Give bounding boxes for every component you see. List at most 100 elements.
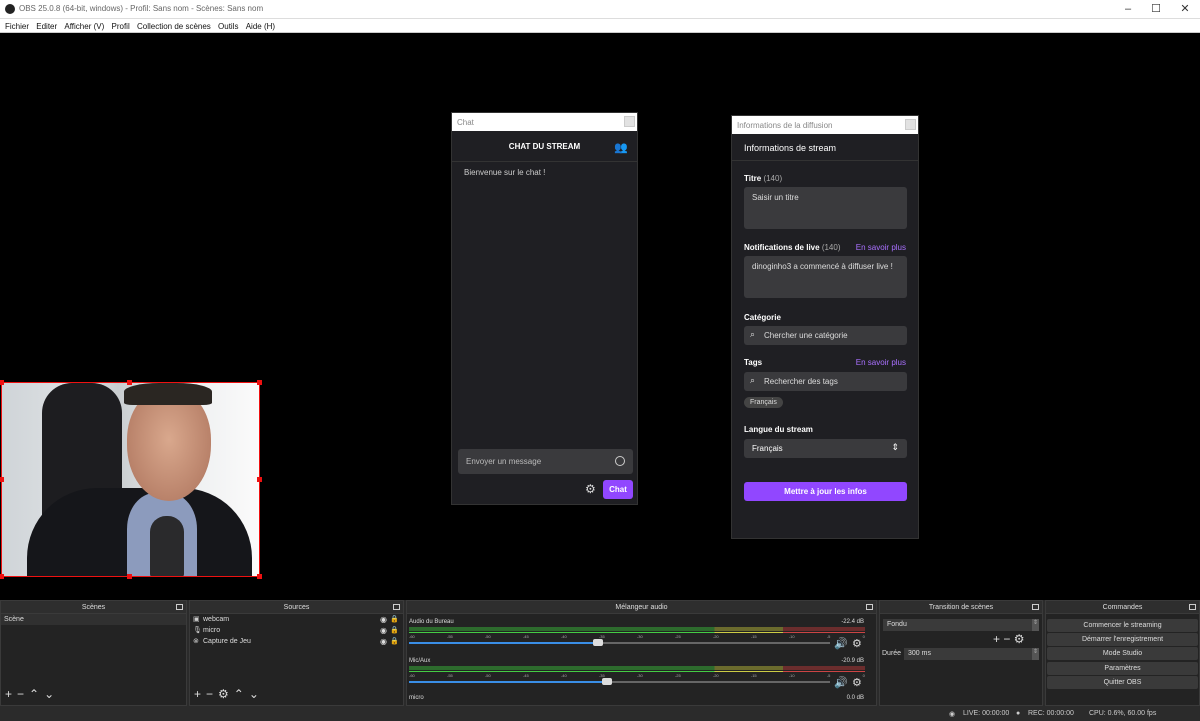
commands-title: Commandes — [1046, 601, 1199, 614]
dock-close-button[interactable] — [905, 119, 916, 130]
volume-knob[interactable] — [593, 639, 604, 646]
menu-editer[interactable]: Editer — [36, 22, 57, 31]
eye-icon[interactable]: ◉ — [380, 614, 387, 625]
spin-icon: ⇕ — [1032, 619, 1039, 631]
dock-close-button[interactable] — [624, 116, 635, 127]
up-icon[interactable]: ⌃ — [29, 687, 39, 701]
language-label: Langue du stream — [744, 425, 813, 434]
lock-icon[interactable]: 🔒 — [390, 636, 399, 647]
start-recording-button[interactable]: Démarrer l'enregistrement — [1047, 633, 1198, 646]
undock-icon[interactable] — [176, 604, 183, 610]
close-button[interactable]: ✕ — [1178, 2, 1192, 16]
mixer-track: micro 0.0 dB — [409, 695, 872, 705]
speaker-icon[interactable]: 🔊 — [834, 676, 848, 689]
menu-afficher[interactable]: Afficher (V) — [64, 22, 104, 31]
tags-search-input[interactable]: ⌕ Rechercher des tags — [744, 372, 907, 391]
transitions-panel: Transition de scènes Fondu ⇕ + − ⚙ Durée … — [879, 600, 1043, 706]
remove-icon[interactable]: − — [206, 687, 213, 701]
webcam-source[interactable] — [1, 382, 260, 577]
menu-aide[interactable]: Aide (H) — [246, 22, 275, 31]
chat-header: CHAT DU STREAM — [452, 131, 637, 162]
meter-ticks: -60 -55 -50 -45 -40 -35 -30 -25 -20 -15 -10 -5 0 — [409, 634, 865, 639]
undock-icon[interactable] — [1032, 604, 1039, 610]
tags-learn-more-link[interactable]: En savoir plus — [856, 358, 906, 367]
transition-select[interactable]: Fondu ⇕ — [883, 619, 1039, 631]
chat-send-button[interactable]: Chat — [603, 480, 633, 499]
duration-input[interactable]: 300 ms ⇕ — [904, 648, 1039, 660]
camera-icon: ▣ — [193, 616, 200, 623]
lock-icon[interactable]: 🔒 — [390, 614, 399, 625]
mixer-track: Mic/Aux -20.9 dB -60 -55 -50 -45 -40 -35 -30 -2… — [409, 658, 872, 696]
source-item[interactable]: ▣ webcam ◉ 🔒 — [190, 614, 403, 625]
undock-icon[interactable] — [393, 604, 400, 610]
language-select[interactable]: Français ⇕ — [744, 439, 907, 458]
studio-mode-button[interactable]: Mode Studio — [1047, 647, 1198, 660]
scene-item[interactable]: Scène — [1, 614, 186, 625]
maximize-button[interactable]: ☐ — [1149, 2, 1163, 16]
gear-icon[interactable]: ⚙ — [852, 676, 862, 689]
transitions-title: Transition de scènes — [880, 601, 1042, 614]
resize-handle[interactable] — [0, 574, 4, 579]
tag-chip[interactable]: Français — [744, 397, 783, 408]
volume-slider[interactable] — [409, 678, 830, 685]
minimize-button[interactable]: – — [1121, 2, 1135, 16]
lock-icon[interactable]: 🔒 — [390, 625, 399, 636]
search-icon: ⌕ — [750, 329, 756, 339]
users-icon[interactable]: 👥 — [614, 141, 628, 154]
menu-collection[interactable]: Collection de scènes — [137, 22, 211, 31]
person-hair — [124, 383, 212, 405]
remove-icon[interactable]: − — [1003, 632, 1010, 646]
quit-obs-button[interactable]: Quitter OBS — [1047, 676, 1198, 689]
add-icon[interactable]: + — [993, 632, 1000, 646]
sources-panel: Sources ▣ webcam ◉ 🔒 🎙micro ◉ 🔒 ⊗ Capture de J… — [189, 600, 404, 706]
undock-icon[interactable] — [866, 604, 873, 610]
resize-handle[interactable] — [257, 477, 262, 482]
tags-label: Tags — [744, 358, 763, 367]
remove-icon[interactable]: − — [17, 687, 24, 701]
gear-icon[interactable]: ⚙ — [218, 687, 229, 701]
source-item[interactable]: 🎙micro ◉ 🔒 — [190, 625, 403, 636]
gear-icon[interactable]: ⚙ — [852, 637, 862, 650]
eye-icon[interactable]: ◉ — [380, 625, 387, 636]
chat-input-placeholder: Envoyer un message — [466, 457, 542, 466]
source-item[interactable]: ⊗ Capture de Jeu ◉ 🔒 — [190, 636, 403, 647]
up-icon[interactable]: ⌃ — [234, 687, 244, 701]
chat-input[interactable]: Envoyer un message — [458, 449, 633, 474]
menu-fichier[interactable]: Fichier — [5, 22, 29, 31]
menu-outils[interactable]: Outils — [218, 22, 238, 31]
spin-icon[interactable]: ⇕ — [1032, 648, 1039, 660]
resize-handle[interactable] — [127, 380, 132, 385]
start-streaming-button[interactable]: Commencer le streaming — [1047, 619, 1198, 632]
level-meter — [409, 627, 865, 631]
info-dock-title: Informations de la diffusion — [732, 116, 918, 134]
resize-handle[interactable] — [0, 477, 4, 482]
update-info-button[interactable]: Mettre à jour les infos — [744, 482, 907, 501]
level-meter — [409, 666, 865, 670]
down-icon[interactable]: ⌄ — [249, 687, 259, 701]
resize-handle[interactable] — [257, 574, 262, 579]
add-icon[interactable]: + — [5, 687, 12, 701]
down-icon[interactable]: ⌄ — [44, 687, 54, 701]
resize-handle[interactable] — [0, 380, 4, 385]
title-field[interactable]: Saisir un titre — [744, 187, 907, 229]
category-search-input[interactable]: ⌕ Chercher une catégorie — [744, 326, 907, 345]
emoji-icon[interactable] — [615, 456, 625, 466]
add-icon[interactable]: + — [194, 687, 201, 701]
speaker-icon[interactable]: 🔊 — [834, 637, 848, 650]
settings-button[interactable]: Paramètres — [1047, 662, 1198, 675]
notif-learn-more-link[interactable]: En savoir plus — [856, 243, 906, 252]
undock-icon[interactable] — [1189, 604, 1196, 610]
eye-icon[interactable]: ◉ — [380, 636, 387, 647]
resize-handle[interactable] — [257, 380, 262, 385]
bottom-docks: Scènes Scène + − ⌃ ⌄ Sources ▣ webcam ◉ 🔒 🎙mic… — [0, 600, 1200, 706]
volume-knob[interactable] — [601, 678, 612, 685]
menu-profil[interactable]: Profil — [112, 22, 130, 31]
notif-field[interactable]: dinoginho3 a commencé à diffuser live ! — [744, 256, 907, 298]
meter-ticks: -60 -55 -50 -45 -40 -35 -30 -25 -20 -15 -10 -5 0 — [409, 673, 865, 678]
cpu-status: CPU: 0.6%, 60.00 fps — [1089, 710, 1157, 717]
gear-icon[interactable]: ⚙ — [1014, 632, 1025, 646]
live-icon: ◉ — [949, 711, 956, 718]
volume-slider[interactable] — [409, 639, 830, 646]
gear-icon[interactable]: ⚙ — [585, 482, 596, 496]
resize-handle[interactable] — [127, 574, 132, 579]
